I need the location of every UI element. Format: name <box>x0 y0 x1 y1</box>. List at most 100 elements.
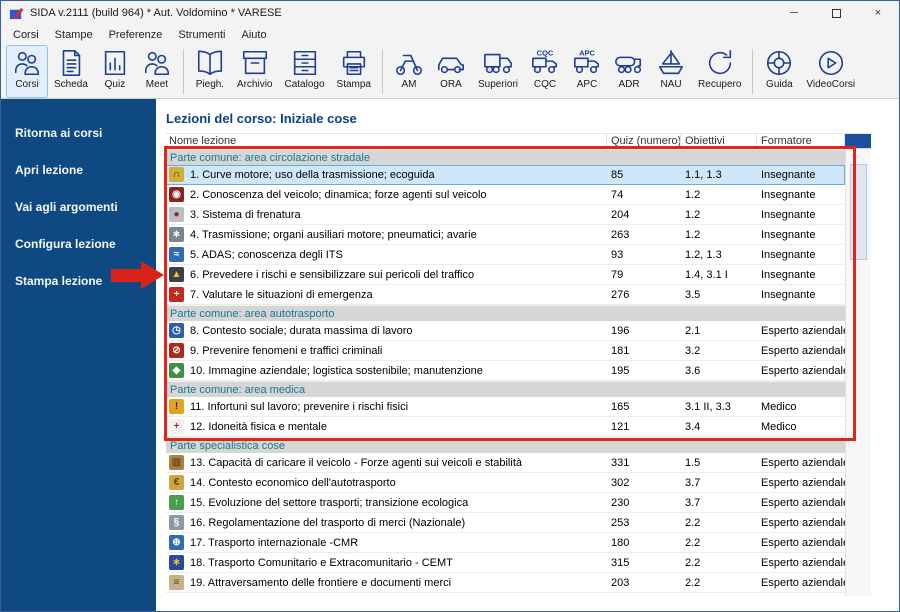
lesson-quiz-count: 331 <box>611 456 630 469</box>
lesson-row[interactable]: +7. Valutare le situazioni di emergenza 2… <box>166 285 845 305</box>
toolbar-button-videocorsi[interactable]: VideoCorsi <box>800 45 861 98</box>
toolbar-button-guida[interactable]: Guida <box>758 45 800 98</box>
truck-icon <box>483 48 513 78</box>
lesson-row[interactable]: ◷ 8. Contesto sociale; durata massima di … <box>166 321 845 341</box>
toolbar-button-apc[interactable]: APC APC <box>566 45 608 98</box>
lesson-row[interactable]: +12. Idoneità fisica e mentale 121 3.4 Medi… <box>166 417 845 437</box>
lesson-row[interactable]: ! 11. Infortuni sul lavoro; prevenire i r… <box>166 397 845 417</box>
lesson-obiettivi: 1.2, 1.3 <box>685 248 722 261</box>
toolbar-button-scheda[interactable]: Scheda <box>48 45 94 98</box>
sidebar-item-configura-lezione[interactable]: Configura lezione <box>1 228 156 260</box>
lesson-row[interactable]: ∗ 4. Trasmissione; organi ausiliari motor… <box>166 225 845 245</box>
toolbar-button-am[interactable]: AM <box>388 45 430 98</box>
column-header-quiz-numero[interactable]: Quiz (numero) <box>607 134 681 148</box>
close-button[interactable]: × <box>857 1 899 25</box>
toolbar-button-piegh[interactable]: Piegh. <box>189 45 231 98</box>
refresh-icon <box>705 48 735 78</box>
catalog-icon <box>290 48 320 78</box>
lesson-name-cell: ∗ 4. Trasmissione; organi ausiliari motor… <box>166 227 607 242</box>
lesson-row[interactable]: ◆ 10. Immagine aziendale; logistica soste… <box>166 361 845 381</box>
doc-icon <box>56 48 86 78</box>
toolbar-button-recupero[interactable]: Recupero <box>692 45 747 98</box>
column-header-formatore[interactable]: Formatore <box>757 134 845 148</box>
toolbar-button-meet[interactable]: Meet <box>136 45 178 98</box>
section-header: Parte comune: area autotrasporto <box>166 305 845 321</box>
menu-strumenti[interactable]: Strumenti <box>170 27 233 43</box>
lesson-obiettivi: 3.4 <box>685 420 701 433</box>
lesson-quiz-count: 315 <box>611 556 630 569</box>
chartdoc-icon <box>100 48 130 78</box>
lesson-row[interactable]: § 16. Regolamentazione del trasporto di m… <box>166 513 845 533</box>
sidebar-item-stampa-lezione[interactable]: Stampa lezione <box>1 265 156 297</box>
minimize-button[interactable]: ─ <box>773 1 815 25</box>
lesson-name-cell: +12. Idoneità fisica e mentale <box>166 419 607 434</box>
toolbar-separator <box>182 49 184 94</box>
column-header-nome-lezione[interactable]: Nome lezione <box>166 134 607 148</box>
lesson-row[interactable]: ∩ 1. Curve motore; uso della trasmissione… <box>166 165 845 185</box>
lesson-obiettivi: 2.2 <box>685 516 701 529</box>
toolbar-button-label: AM <box>401 79 417 90</box>
lesson-formatore: Esperto aziendale <box>761 324 845 337</box>
toolbar-button-label: Catalogo <box>284 79 325 90</box>
menu-preferenze[interactable]: Preferenze <box>101 27 171 43</box>
table-body-wrap: Parte comune: area circolazione stradale… <box>166 149 871 596</box>
toolbar-button-corsi[interactable]: Corsi <box>6 45 48 98</box>
lesson-row[interactable]: ∗ 18. Trasporto Comunitario e Extracomuni… <box>166 553 845 573</box>
lesson-quiz-count: 196 <box>611 324 630 337</box>
lesson-name-cell: ◉ 2. Conoscenza del veicolo; dinamica; fo… <box>166 187 607 202</box>
moped-icon <box>394 48 424 78</box>
lesson-quiz-count: 203 <box>611 576 630 589</box>
lesson-row[interactable]: ⊕ 17. Trasporto internazionale -CMR 180 2.2… <box>166 533 845 553</box>
printer-icon <box>339 48 369 78</box>
section-header: Parte comune: area medica <box>166 381 845 397</box>
toolbar-button-quiz[interactable]: Quiz <box>94 45 136 98</box>
toolbar-button-adr[interactable]: ADR <box>608 45 650 98</box>
column-header-obiettivi[interactable]: Obiettivi <box>681 134 757 148</box>
lesson-obiettivi: 1.1, 1.3 <box>685 168 722 181</box>
box-icon <box>240 48 270 78</box>
header-corner-box[interactable] <box>845 134 871 148</box>
lesson-name: 8. Contesto sociale; durata massima di l… <box>190 324 413 337</box>
maximize-button[interactable] <box>815 1 857 25</box>
lesson-row[interactable]: ◉ 2. Conoscenza del veicolo; dinamica; fo… <box>166 185 845 205</box>
toolbar-button-label: Guida <box>766 79 793 90</box>
sidebar-item-vai-agli-argomenti[interactable]: Vai agli argomenti <box>1 191 156 223</box>
lesson-row[interactable]: ↑ 15. Evoluzione del settore trasporti; t… <box>166 493 845 513</box>
menu-aiuto[interactable]: Aiuto <box>233 27 274 43</box>
lesson-icon: ↑ <box>169 495 184 510</box>
toolbar-button-catalogo[interactable]: Catalogo <box>279 45 331 98</box>
lesson-row[interactable]: ▲ 6. Prevedere i rischi e sensibilizzare … <box>166 265 845 285</box>
menu-corsi[interactable]: Corsi <box>5 27 47 43</box>
vertical-scrollbar[interactable] <box>845 149 871 596</box>
lesson-row[interactable]: €14. Contesto economico dell'autotraspor… <box>166 473 845 493</box>
toolbar-button-archivio[interactable]: Archivio <box>231 45 279 98</box>
lesson-row[interactable]: ⊘ 9. Prevenire fenomeni e traffici crimin… <box>166 341 845 361</box>
toolbar-button-label: ADR <box>618 79 640 90</box>
toolbar-button-superiori[interactable]: Superiori <box>472 45 524 98</box>
lesson-icon: ▲ <box>169 267 184 282</box>
lesson-icon: ∗ <box>169 227 184 242</box>
lesson-name-cell: ≈5. ADAS; conoscenza degli ITS <box>166 247 607 262</box>
lesson-quiz-count: 181 <box>611 344 630 357</box>
toolbar-button-cqc[interactable]: CQC CQC <box>524 45 566 98</box>
lesson-row[interactable]: ≈5. ADAS; conoscenza degli ITS 93 1.2, 1.3… <box>166 245 845 265</box>
lesson-row[interactable]: ≡ 19. Attraversamento delle frontiere e d… <box>166 573 845 593</box>
toolbar-button-stampa[interactable]: Stampa <box>331 45 377 98</box>
lesson-row[interactable]: ▥ 13. Capacità di caricare il veicolo - F… <box>166 453 845 473</box>
toolbar-button-nau[interactable]: NAU <box>650 45 692 98</box>
lesson-row[interactable]: ● 3. Sistema di frenatura 204 1.2 Insegnante <box>166 205 845 225</box>
lesson-icon: ◷ <box>169 323 184 338</box>
lesson-obiettivi: 1.2 <box>685 188 701 201</box>
lesson-formatore: Esperto aziendale <box>761 476 845 489</box>
window-controls: ─ × <box>773 1 899 25</box>
svg-text:CQC: CQC <box>537 49 554 58</box>
toolbar-button-label: CQC <box>533 79 557 90</box>
toolbar-button-ora[interactable]: ORA <box>430 45 472 98</box>
truck-apc-icon: APC <box>572 48 602 78</box>
sidebar-item-apri-lezione[interactable]: Apri lezione <box>1 154 156 186</box>
scrollbar-thumb[interactable] <box>850 164 867 260</box>
menu-stampe[interactable]: Stampe <box>47 27 101 43</box>
lesson-icon: ! <box>169 399 184 414</box>
sidebar-item-ritorna-ai-corsi[interactable]: Ritorna ai corsi <box>1 117 156 149</box>
lesson-name: 13. Capacità di caricare il veicolo - Fo… <box>190 456 522 469</box>
